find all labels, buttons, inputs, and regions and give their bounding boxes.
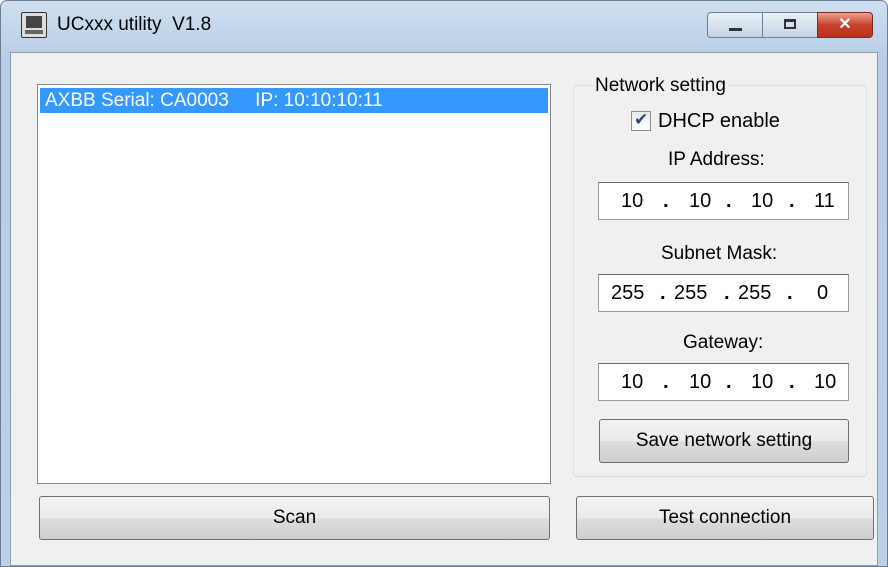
gateway-field[interactable]: 10 . 10 . 10 . 10 bbox=[598, 363, 849, 401]
ip-address-label: IP Address: bbox=[668, 149, 765, 170]
maximize-button[interactable] bbox=[762, 12, 818, 38]
maximize-icon bbox=[784, 19, 796, 29]
octet-separator: . bbox=[724, 282, 730, 304]
minimize-button[interactable] bbox=[707, 12, 763, 38]
close-icon: ✕ bbox=[838, 16, 852, 33]
octet-separator: . bbox=[660, 282, 666, 304]
dhcp-label[interactable]: DHCP enable bbox=[658, 110, 780, 133]
ip-octet-1[interactable]: 10 bbox=[621, 183, 643, 219]
subnet-octet-1[interactable]: 255 bbox=[611, 275, 644, 311]
gateway-octet-1[interactable]: 10 bbox=[621, 364, 643, 400]
minimize-icon bbox=[729, 28, 742, 31]
subnet-octet-2[interactable]: 255 bbox=[674, 275, 707, 311]
octet-separator: . bbox=[663, 371, 669, 393]
ip-octet-4[interactable]: 11 bbox=[814, 183, 835, 219]
octet-separator: . bbox=[789, 371, 795, 393]
gateway-octet-2[interactable]: 10 bbox=[689, 364, 711, 400]
gateway-octet-3[interactable]: 10 bbox=[751, 364, 773, 400]
close-button[interactable]: ✕ bbox=[817, 12, 873, 38]
octet-separator: . bbox=[663, 190, 669, 212]
list-item[interactable]: AXBB Serial: CA0003 IP: 10:10:10:11 bbox=[40, 88, 548, 113]
device-list[interactable]: AXBB Serial: CA0003 IP: 10:10:10:11 bbox=[37, 84, 551, 484]
window-title: UCxxx utility V1.8 bbox=[57, 14, 212, 35]
network-setting-title: Network setting bbox=[593, 75, 728, 97]
ip-octet-3[interactable]: 10 bbox=[751, 183, 773, 219]
ip-octet-2[interactable]: 10 bbox=[689, 183, 711, 219]
test-connection-button[interactable]: Test connection bbox=[576, 496, 874, 540]
gateway-octet-4[interactable]: 10 bbox=[814, 364, 836, 400]
title-bar[interactable]: UCxxx utility V1.8 ✕ bbox=[1, 1, 887, 41]
subnet-octet-4[interactable]: 0 bbox=[817, 275, 828, 311]
subnet-octet-3[interactable]: 255 bbox=[738, 275, 771, 311]
octet-separator: . bbox=[726, 371, 732, 393]
octet-separator: . bbox=[789, 190, 795, 212]
client-area: AXBB Serial: CA0003 IP: 10:10:10:11 Netw… bbox=[10, 52, 878, 566]
scan-button[interactable]: Scan bbox=[39, 496, 550, 540]
checkmark-icon: ✔ bbox=[634, 110, 649, 129]
ip-address-field[interactable]: 10 . 10 . 10 . 11 bbox=[598, 182, 849, 220]
octet-separator: . bbox=[787, 282, 793, 304]
app-window: UCxxx utility V1.8 ✕ AXBB Serial: CA0003… bbox=[0, 0, 888, 567]
octet-separator: . bbox=[726, 190, 732, 212]
app-icon[interactable] bbox=[21, 12, 47, 38]
gateway-label: Gateway: bbox=[683, 332, 764, 353]
subnet-mask-label: Subnet Mask: bbox=[661, 243, 778, 264]
save-network-setting-button[interactable]: Save network setting bbox=[599, 419, 849, 463]
subnet-mask-field[interactable]: 255 . 255 . 255 . 0 bbox=[598, 274, 849, 312]
dhcp-checkbox[interactable]: ✔ bbox=[631, 110, 651, 131]
